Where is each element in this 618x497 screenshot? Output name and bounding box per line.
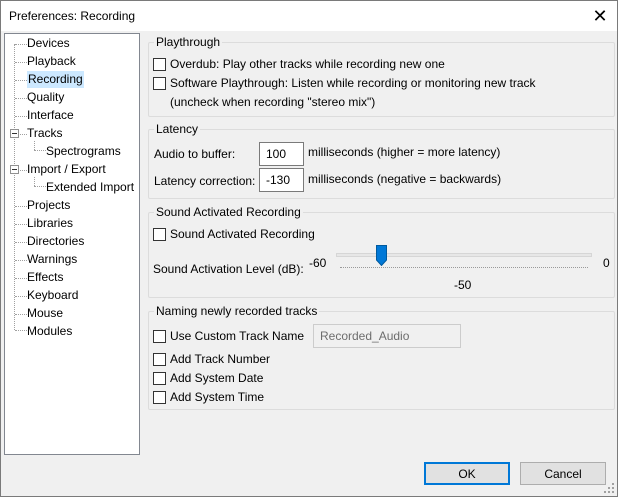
custom-track-name-input[interactable]: Recorded_Audio: [313, 324, 461, 348]
playthrough-title: Playthrough: [154, 35, 223, 49]
tree-connector: [14, 44, 15, 330]
custom-track-name-label: Use Custom Track Name: [170, 329, 305, 343]
tree-item-playback[interactable]: Playback: [27, 53, 76, 70]
tree-connector: [15, 330, 27, 331]
ok-button[interactable]: OK: [424, 462, 510, 485]
sound-activated-row[interactable]: Sound Activated Recording: [153, 226, 315, 242]
software-playthrough-note: (uncheck when recording "stereo mix"): [170, 95, 376, 109]
tree-connector: [15, 62, 27, 63]
category-tree[interactable]: Devices Playback Recording Quality Inter…: [4, 33, 140, 455]
tree-connector: [34, 186, 46, 187]
naming-title: Naming newly recorded tracks: [154, 304, 320, 318]
latency-correction-unit: milliseconds (negative = backwards): [308, 172, 502, 186]
tree-connector: [15, 224, 27, 225]
tree-item-modules[interactable]: Modules: [27, 323, 72, 340]
tree-item-directories[interactable]: Directories: [27, 233, 84, 250]
audio-to-buffer-unit: milliseconds (higher = more latency): [308, 145, 501, 159]
tree-item-interface[interactable]: Interface: [27, 107, 74, 124]
tree-item-import-export[interactable]: Import / Export: [27, 161, 106, 178]
cancel-button[interactable]: Cancel: [520, 462, 606, 485]
track-number-label: Add Track Number: [170, 352, 271, 366]
tree-connector: [20, 134, 27, 135]
latency-correction-label: Latency correction:: [154, 174, 256, 188]
close-icon[interactable]: ✕: [583, 1, 617, 31]
tree-item-spectrograms[interactable]: Spectrograms: [46, 143, 121, 160]
tree-connector: [15, 206, 27, 207]
software-playthrough-label: Software Playthrough: Listen while recor…: [170, 76, 536, 90]
latency-group: [148, 129, 615, 199]
activation-level-track[interactable]: [336, 253, 592, 257]
tree-connector: [15, 296, 27, 297]
tree-connector: [34, 150, 46, 151]
tree-item-devices[interactable]: Devices: [27, 35, 70, 52]
collapse-icon[interactable]: [10, 129, 19, 138]
tree-item-tracks[interactable]: Tracks: [27, 125, 63, 142]
track-number-checkbox[interactable]: [153, 352, 166, 366]
preferences-dialog: Preferences: Recording ✕ Devices Playbac…: [0, 0, 618, 497]
activation-level-slider-thumb[interactable]: [375, 245, 387, 266]
tree-item-effects[interactable]: Effects: [27, 269, 63, 286]
tree-connector: [15, 242, 27, 243]
activation-level-value: -50: [454, 278, 472, 292]
tree-connector: [15, 44, 27, 45]
tree-item-keyboard[interactable]: Keyboard: [27, 287, 78, 304]
audio-to-buffer-label: Audio to buffer:: [154, 147, 236, 161]
tree-connector: [15, 98, 27, 99]
latency-title: Latency: [154, 122, 201, 136]
latency-correction-input[interactable]: -130: [259, 168, 304, 192]
tree-item-projects[interactable]: Projects: [27, 197, 70, 214]
resize-grip-icon[interactable]: [603, 482, 615, 494]
track-number-row[interactable]: Add Track Number: [153, 351, 270, 367]
activation-level-max: 0: [603, 256, 610, 270]
software-playthrough-checkbox[interactable]: [153, 76, 166, 90]
tree-item-warnings[interactable]: Warnings: [27, 251, 77, 268]
tree-connector: [15, 116, 27, 117]
tree-item-libraries[interactable]: Libraries: [27, 215, 73, 232]
system-time-label: Add System Time: [170, 390, 265, 404]
overdub-row[interactable]: Overdub: Play other tracks while recordi…: [153, 56, 445, 72]
tree-item-recording[interactable]: Recording: [27, 71, 84, 88]
sound-activated-label: Sound Activated Recording: [170, 227, 315, 241]
tree-connector: [34, 177, 35, 186]
audio-to-buffer-input[interactable]: 100: [259, 142, 304, 166]
system-date-row[interactable]: Add System Date: [153, 370, 263, 386]
tree-connector: [15, 80, 27, 81]
system-date-checkbox[interactable]: [153, 371, 166, 385]
window-title: Preferences: Recording: [9, 9, 136, 23]
tree-item-mouse[interactable]: Mouse: [27, 305, 63, 322]
tree-connector: [34, 141, 35, 150]
tree-item-quality[interactable]: Quality: [27, 89, 64, 106]
system-time-row[interactable]: Add System Time: [153, 389, 264, 405]
tree-connector: [20, 170, 27, 171]
custom-track-name-row[interactable]: Use Custom Track Name: [153, 328, 304, 344]
sound-activated-title: Sound Activated Recording: [154, 205, 303, 219]
tree-connector: [15, 260, 27, 261]
system-date-label: Add System Date: [170, 371, 264, 385]
collapse-icon[interactable]: [10, 165, 19, 174]
sound-activated-checkbox[interactable]: [153, 227, 166, 241]
activation-level-label: Sound Activation Level (dB):: [153, 262, 304, 276]
software-playthrough-row[interactable]: Software Playthrough: Listen while recor…: [153, 75, 536, 91]
activation-level-ticks: [340, 267, 588, 271]
activation-level-min: -60: [309, 256, 327, 270]
custom-track-name-checkbox[interactable]: [153, 329, 166, 343]
tree-connector: [15, 278, 27, 279]
system-time-checkbox[interactable]: [153, 390, 166, 404]
overdub-label: Overdub: Play other tracks while recordi…: [170, 57, 445, 71]
title-bar[interactable]: Preferences: Recording ✕: [1, 1, 617, 31]
tree-connector: [15, 314, 27, 315]
overdub-checkbox[interactable]: [153, 57, 166, 71]
tree-item-extended-import[interactable]: Extended Import: [46, 179, 134, 196]
